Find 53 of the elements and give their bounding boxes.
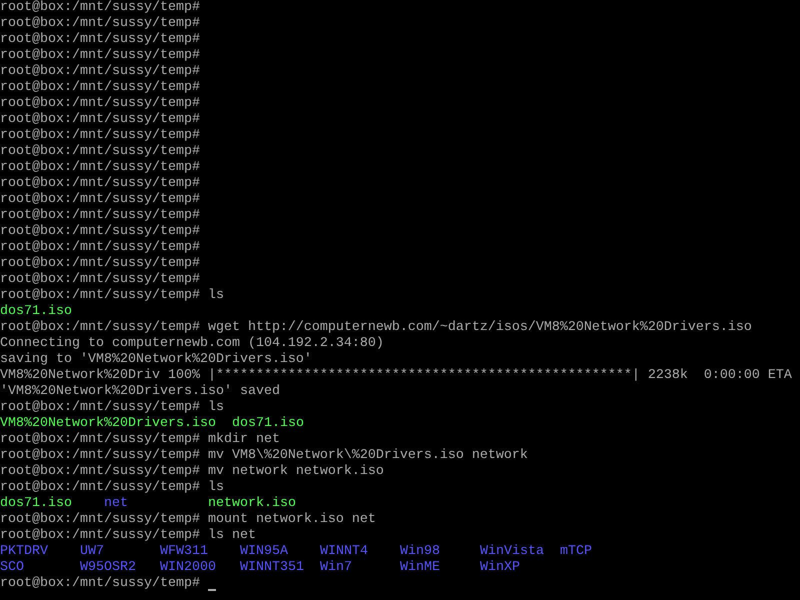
terminal-line: root@box:/mnt/sussy/temp# <box>0 160 200 176</box>
file-name: WINNT351 <box>240 560 304 575</box>
file-name: Win98 <box>400 544 440 559</box>
terminal-line: root@box:/mnt/sussy/temp# <box>0 192 200 208</box>
file-name: WinXP <box>480 560 520 575</box>
terminal-line: root@box:/mnt/sussy/temp# <box>0 128 200 144</box>
terminal-line: root@box:/mnt/sussy/temp# <box>0 16 200 32</box>
terminal-line: VM8%20Network%20Driv 100% |****************************************************| 2238k 0:00:00 ETA <box>0 368 792 384</box>
terminal-line: root@box:/mnt/sussy/temp# mv VM8\%20Network\%20Drivers.iso network <box>0 448 528 464</box>
terminal-line: root@box:/mnt/sussy/temp# <box>0 0 200 16</box>
terminal-line: root@box:/mnt/sussy/temp# ls <box>0 480 224 496</box>
file-name: WinME <box>400 560 440 575</box>
terminal-line: root@box:/mnt/sussy/temp# <box>0 240 200 256</box>
terminal-line: root@box:/mnt/sussy/temp# <box>0 208 200 224</box>
file-name: PKTDRV <box>0 544 48 559</box>
file-name: W95OSR2 <box>80 560 136 575</box>
file-name: network.iso <box>208 496 296 511</box>
terminal-line: root@box:/mnt/sussy/temp# <box>0 176 200 192</box>
terminal-line: root@box:/mnt/sussy/temp# <box>0 272 200 288</box>
terminal-line: root@box:/mnt/sussy/temp# <box>0 48 200 64</box>
file-name: VM8%20Network%20Drivers.iso <box>0 416 216 431</box>
terminal-line: root@box:/mnt/sussy/temp# mkdir net <box>0 432 280 448</box>
file-name: WFW311 <box>160 544 208 559</box>
terminal-line: root@box:/mnt/sussy/temp# ls <box>0 400 224 416</box>
file-name: dos71.iso <box>0 496 72 511</box>
terminal-line: root@box:/mnt/sussy/temp# <box>0 96 200 112</box>
terminal-line: root@box:/mnt/sussy/temp# <box>0 80 200 96</box>
file-name: WINNT4 <box>320 544 368 559</box>
terminal-line: root@box:/mnt/sussy/temp# ls <box>0 288 224 304</box>
file-name: dos71.iso <box>232 416 304 431</box>
terminal-line: root@box:/mnt/sussy/temp# wget http://computernewb.com/~dartz/isos/VM8%20Network%20Drivers.iso <box>0 320 752 336</box>
file-name: WinVista <box>480 544 544 559</box>
file-name: UW7 <box>80 544 104 559</box>
file-name: Win7 <box>320 560 352 575</box>
file-name: WIN95A <box>240 544 288 559</box>
file-name: mTCP <box>560 544 592 559</box>
terminal-line: root@box:/mnt/sussy/temp# mount network.iso net <box>0 512 376 528</box>
terminal-line: root@box:/mnt/sussy/temp# <box>0 256 200 272</box>
terminal-line: 'VM8%20Network%20Drivers.iso' saved <box>0 384 280 400</box>
terminal-line: root@box:/mnt/sussy/temp# ls net <box>0 528 256 544</box>
terminal-line: root@box:/mnt/sussy/temp# <box>0 112 200 128</box>
terminal-line: saving to 'VM8%20Network%20Drivers.iso' <box>0 352 312 368</box>
file-name: WIN2000 <box>160 560 216 575</box>
terminal-line: root@box:/mnt/sussy/temp# <box>0 32 200 48</box>
file-name: SCO <box>0 560 24 575</box>
terminal-line: Connecting to computernewb.com (104.192.2.34:80) <box>0 336 384 352</box>
terminal-line: root@box:/mnt/sussy/temp# <box>0 64 200 80</box>
file-name: dos71.iso <box>0 304 72 319</box>
terminal-line: root@box:/mnt/sussy/temp# mv network network.iso <box>0 464 384 480</box>
terminal-line: root@box:/mnt/sussy/temp# <box>0 224 200 240</box>
terminal-line: root@box:/mnt/sussy/temp# <box>0 144 200 160</box>
file-name: net <box>104 496 128 511</box>
prompt-line: root@box:/mnt/sussy/temp# <box>0 576 200 592</box>
